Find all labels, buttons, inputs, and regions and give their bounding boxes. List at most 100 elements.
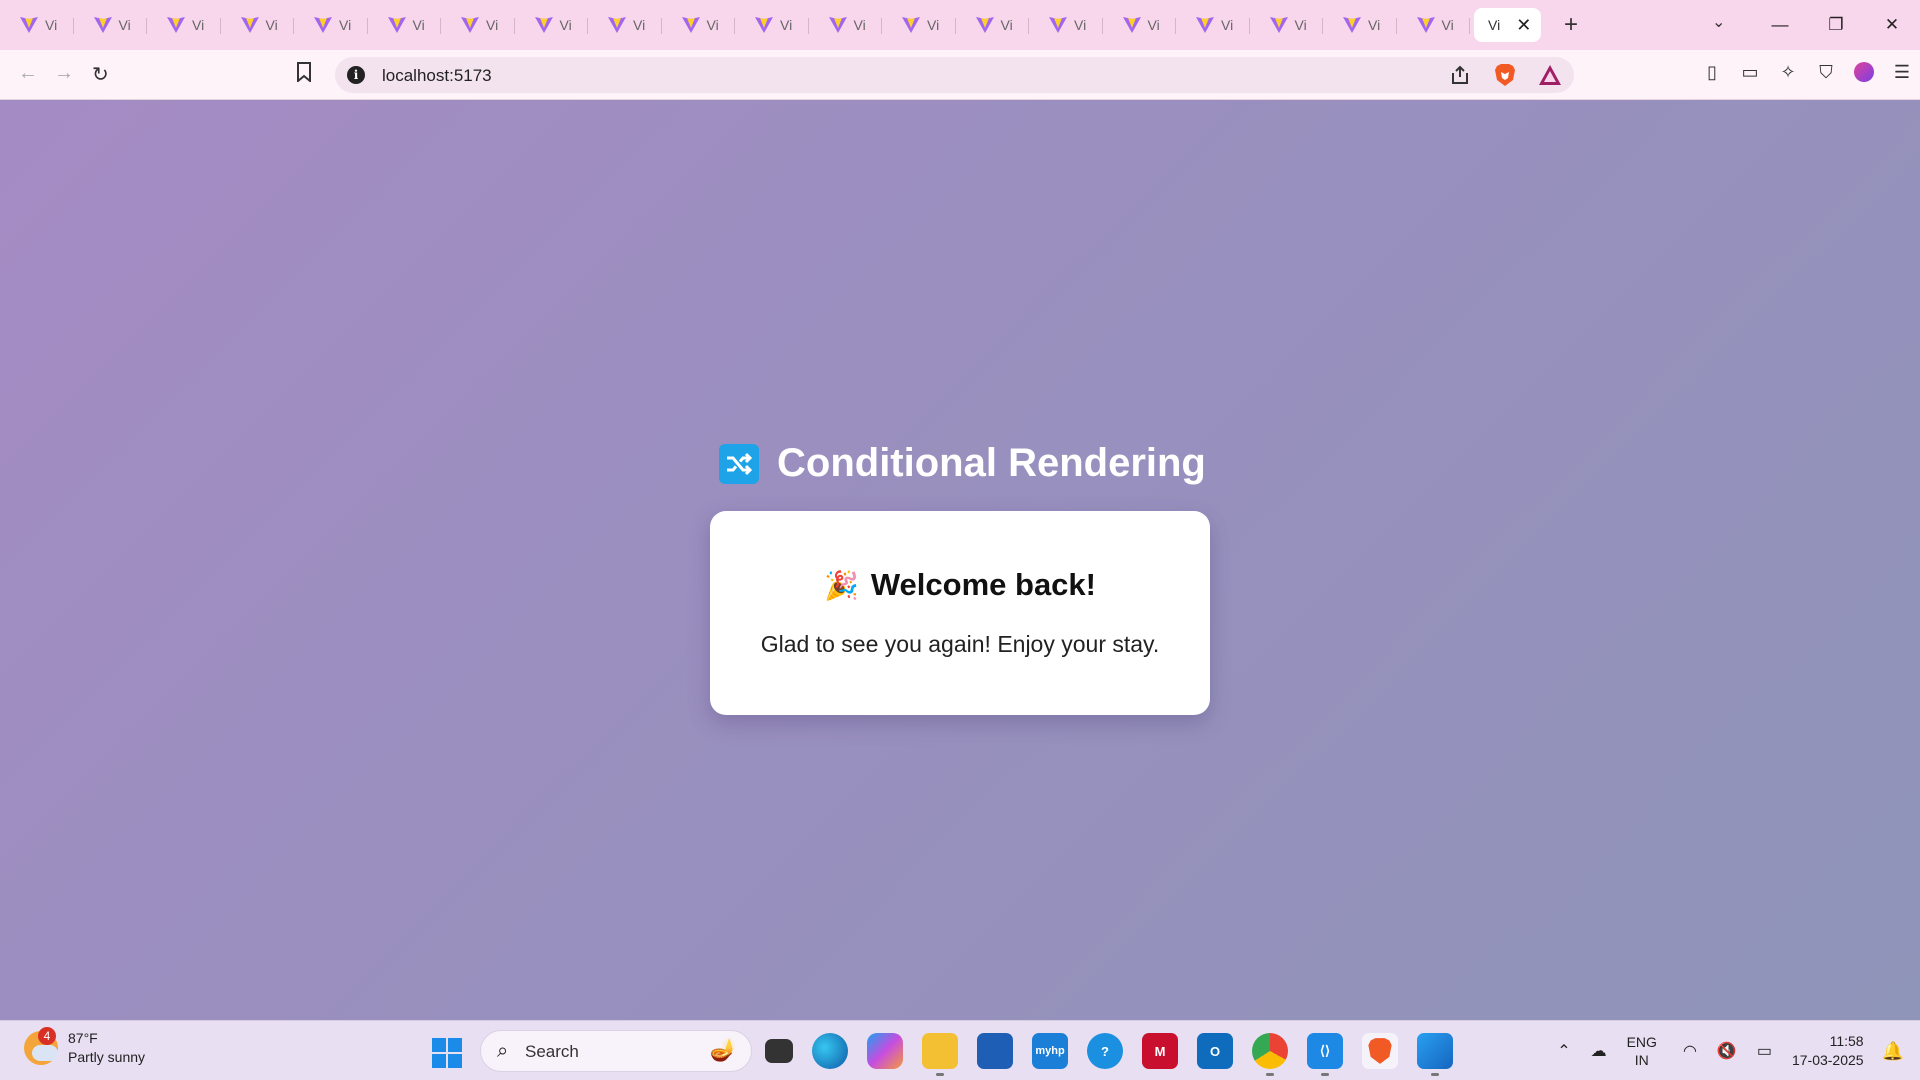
browser-tab[interactable]: Vi [588, 8, 662, 42]
vite-favicon-icon [1416, 17, 1435, 33]
browser-tab[interactable]: Vi [1323, 8, 1397, 42]
browser-tab[interactable]: Vi [0, 8, 74, 42]
maximize-button[interactable]: ❐ [1808, 15, 1864, 35]
browser-tab[interactable]: Vi [441, 8, 515, 42]
battery-icon[interactable]: ▭ [1757, 1041, 1772, 1061]
chrome-icon[interactable] [1252, 1033, 1288, 1076]
notification-bell-icon[interactable]: 🔔 [1882, 1041, 1904, 1062]
help-icon[interactable]: ? [1087, 1033, 1123, 1069]
vite-favicon-icon [902, 17, 920, 33]
browser-tab[interactable]: Vi [735, 8, 809, 42]
profile-avatar[interactable] [1854, 62, 1874, 82]
browser-tab[interactable]: Vi [147, 8, 221, 42]
new-tab-button[interactable]: + [1555, 11, 1587, 39]
wallet-icon[interactable]: ▭ [1740, 62, 1760, 83]
search-placeholder: Search [525, 1042, 579, 1061]
vite-favicon-icon [461, 17, 479, 33]
close-window-button[interactable]: ✕ [1864, 15, 1920, 35]
menu-icon[interactable]: ☰ [1892, 62, 1912, 83]
show-hidden-icons-chevron-icon[interactable]: ⌃ [1557, 1041, 1570, 1061]
browser-tab[interactable]: Vi [809, 8, 883, 42]
clock[interactable]: 11:58 17-03-2025 [1792, 1032, 1864, 1070]
mcafee-icon[interactable]: M [1142, 1033, 1178, 1069]
browser-tab[interactable]: Vi [956, 8, 1030, 42]
task-view-icon[interactable] [765, 1039, 793, 1063]
browser-tab[interactable]: Vi [74, 8, 148, 42]
minimize-button[interactable]: — [1752, 15, 1808, 35]
browser-tab[interactable]: Vi [662, 8, 736, 42]
card-heading: 🎉 Welcome back! [710, 567, 1210, 603]
brave-shields-icon[interactable] [1494, 63, 1516, 92]
tab-label: Vi [192, 17, 205, 33]
language-line2: IN [1634, 1052, 1649, 1068]
vite-favicon-icon [755, 17, 773, 33]
vite-favicon-icon [167, 17, 185, 33]
forward-button[interactable]: → [54, 62, 74, 85]
microsoft-store-icon[interactable] [977, 1033, 1013, 1069]
browser-tab[interactable]: Vi [1029, 8, 1103, 42]
browser-tab[interactable]: Vi [1250, 8, 1324, 42]
wifi-icon[interactable]: ◠ [1683, 1041, 1697, 1061]
myhp-icon[interactable]: myhp [1032, 1033, 1068, 1069]
shuffle-icon [719, 443, 759, 484]
close-tab-icon[interactable]: ✕ [1516, 15, 1531, 36]
leo-ai-icon[interactable]: ✧ [1778, 62, 1798, 83]
vscode-icon[interactable]: ⟨⟩ [1307, 1033, 1343, 1076]
reload-button[interactable]: ↻ [92, 62, 109, 87]
copilot-icon[interactable] [867, 1033, 903, 1069]
outlook-icon[interactable]: O [1197, 1033, 1233, 1069]
browser-tab[interactable]: Vi [882, 8, 956, 42]
browser-tab[interactable]: Vi [294, 8, 368, 42]
photos-icon[interactable] [1417, 1033, 1453, 1076]
system-tray: ⌃ ☁ ENG IN ◠ 🔇 ▭ 11:58 17-03-2025 🔔 [1557, 1021, 1920, 1080]
site-info-icon[interactable]: i [347, 66, 365, 84]
vite-favicon-icon [534, 17, 553, 33]
browser-tab[interactable]: Vi [515, 8, 589, 42]
brave-rewards-icon[interactable] [1538, 64, 1562, 91]
language-indicator[interactable]: ENG IN [1627, 1033, 1657, 1069]
tab-label: Vi [412, 17, 425, 33]
tab-label: Vi [1074, 17, 1087, 33]
onedrive-error-icon[interactable]: ☁ [1591, 1041, 1607, 1061]
weather-badge: 4 [38, 1027, 56, 1045]
vite-favicon-icon [1122, 17, 1141, 33]
address-bar[interactable]: i localhost:5173 [335, 57, 1574, 93]
browser-tab[interactable]: Vi [1176, 8, 1250, 42]
tab-label: Vi [1221, 17, 1234, 33]
tab-label: Vi [1368, 17, 1381, 33]
browser-tab[interactable]: Vi [221, 8, 295, 42]
volume-muted-icon[interactable]: 🔇 [1717, 1041, 1737, 1061]
url-text[interactable]: localhost:5173 [382, 66, 492, 86]
active-tab-label: Vi [1488, 17, 1501, 33]
tab-label: Vi [45, 17, 58, 33]
toolbar-right-tools: ▯ ▭ ✧ ⛉ ☰ [1702, 62, 1912, 83]
tab-label: Vi [1147, 17, 1160, 33]
start-button[interactable] [432, 1038, 462, 1068]
sidebar-toggle-icon[interactable]: ▯ [1702, 62, 1722, 83]
weather-widget[interactable]: 4 87°F Partly sunny [24, 1027, 145, 1067]
bookmark-icon[interactable] [296, 62, 312, 88]
edge-icon[interactable] [812, 1033, 848, 1069]
vite-favicon-icon [1196, 17, 1214, 33]
file-explorer-icon[interactable] [922, 1033, 958, 1076]
page-heading: Conditional Rendering [719, 441, 1206, 486]
vite-favicon-icon [240, 17, 259, 33]
vite-favicon-icon [681, 17, 700, 33]
vite-favicon-icon [387, 17, 406, 33]
vite-favicon-icon [1343, 17, 1361, 33]
share-icon[interactable] [1450, 65, 1470, 90]
vite-favicon-icon [93, 17, 112, 33]
browser-tab[interactable]: Vi [368, 8, 442, 42]
vite-favicon-icon [975, 17, 994, 33]
brave-browser-icon[interactable] [1362, 1033, 1398, 1069]
taskbar-search[interactable]: ⌕ Search 🪔 [480, 1030, 752, 1072]
tab-list: Vi Vi Vi Vi Vi Vi Vi Vi Vi Vi Vi Vi Vi Vi Vi Vi Vi Vi Vi Vi [0, 8, 1470, 42]
tab-search-chevron-icon[interactable]: ⌄ [1712, 12, 1725, 32]
vite-favicon-icon [20, 17, 38, 33]
browser-tab[interactable]: Vi [1103, 8, 1177, 42]
browser-tab[interactable]: Vi [1397, 8, 1471, 42]
active-tab[interactable]: Vi ✕ [1474, 8, 1541, 42]
tab-label: Vi [853, 17, 866, 33]
back-button[interactable]: ← [18, 62, 38, 85]
vpn-shield-icon[interactable]: ⛉ [1816, 62, 1836, 83]
